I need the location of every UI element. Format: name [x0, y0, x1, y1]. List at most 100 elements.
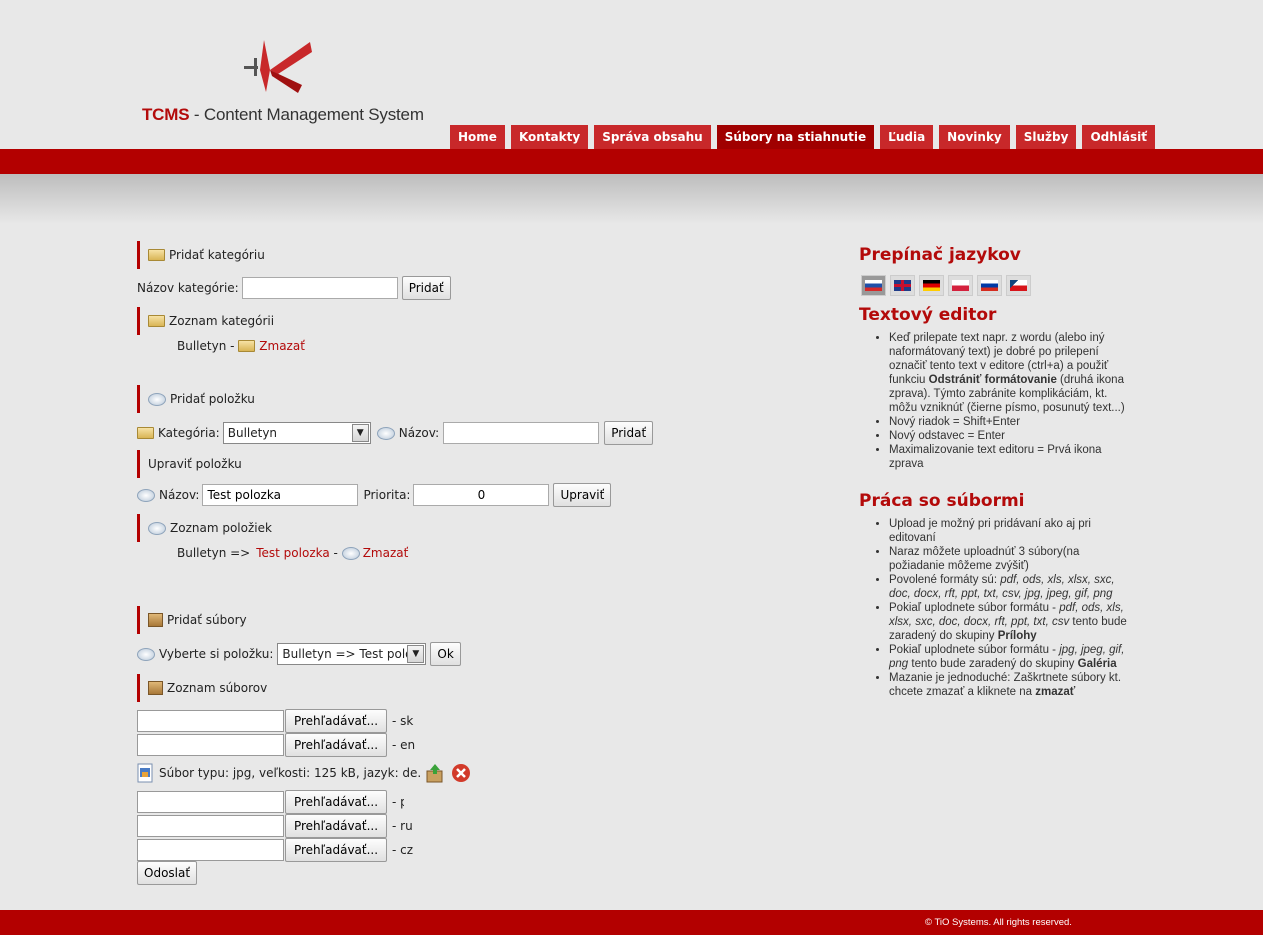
file-path-input[interactable]	[137, 734, 284, 756]
item-list-item: Bulletyn => Test polozka - Zmazať	[177, 546, 408, 560]
existing-file-row: Súbor typu: jpg, veľkosti: 125 kB, jazyk…	[137, 763, 471, 783]
item-name-input[interactable]	[443, 422, 600, 444]
file-list-heading: Zoznam súborov	[137, 674, 267, 702]
priority-input[interactable]	[413, 484, 550, 506]
file-path-input[interactable]	[137, 839, 284, 861]
tip-maximize: Maximalizovanie text editoru = Prvá ikon…	[889, 443, 1134, 471]
file-path-input[interactable]	[137, 815, 284, 837]
file-upload-row-cz: Prehľadávať... - cz	[137, 838, 413, 862]
tip-paste: Keď prilepate text napr. z wordu (alebo …	[889, 331, 1134, 415]
text-editor-tips: Keď prilepate text napr. z wordu (alebo …	[889, 331, 1134, 471]
add-category-form: Názov kategórie: Pridať	[137, 276, 451, 300]
chevron-down-icon[interactable]: ▼	[407, 645, 425, 663]
item-name-label: Názov:	[398, 426, 440, 440]
add-category-button[interactable]: Pridať	[401, 276, 451, 300]
tcms-logo-icon	[244, 40, 312, 93]
category-name-label: Názov kategórie:	[137, 281, 239, 295]
header-red-bar	[0, 149, 1263, 174]
comment-icon	[148, 521, 166, 535]
add-category-title: Pridať kategóriu	[169, 248, 265, 262]
logo: TCMS - Content Management System	[140, 30, 440, 125]
nav-people[interactable]: Ľudia	[880, 125, 934, 149]
header-shadow	[0, 174, 1263, 224]
item-prefix: Bulletyn =>	[177, 546, 251, 560]
category-list-item: Bulletyn - Zmazať	[177, 339, 305, 353]
delete-category-link[interactable]: Zmazať	[259, 339, 305, 353]
language-switcher-title: Prepínač jazykov	[859, 245, 1021, 265]
tip-gal-post: tento bude zaradený do skupiny	[911, 658, 1075, 670]
tip-att-pre: Pokiaľ uplodnete súbor formátu -	[889, 602, 1057, 614]
copyright: © TiO Systems. All rights reserved.	[925, 917, 1072, 928]
folder-icon	[148, 315, 165, 327]
logo-text: TCMS - Content Management System	[142, 105, 424, 125]
browse-button[interactable]: Prehľadávať...	[285, 733, 387, 757]
flag-sk[interactable]	[861, 275, 886, 296]
choose-item-select[interactable]: Bulletyn => Test polozka ▼	[277, 643, 427, 665]
browse-button[interactable]: Prehľadávať...	[285, 814, 387, 838]
item-list-heading: Zoznam položiek	[137, 514, 272, 542]
category-name: Bulletyn	[177, 339, 227, 353]
folder-delete-icon[interactable]	[238, 340, 256, 352]
tip-del-word: zmazať	[1035, 686, 1076, 698]
nav-downloads[interactable]: Súbory na stiahnutie	[716, 125, 875, 150]
image-file-icon	[137, 763, 153, 783]
flag-cz[interactable]	[1006, 275, 1031, 296]
update-item-button[interactable]: Upraviť	[553, 483, 612, 507]
existing-file-info: Súbor typu: jpg, veľkosti: 125 kB, jazyk…	[159, 766, 422, 780]
category-name-input[interactable]	[241, 277, 398, 299]
text-editor-title: Textový editor	[859, 305, 997, 325]
nav-news[interactable]: Novinky	[939, 125, 1010, 149]
comment-icon	[137, 488, 155, 502]
language-flags	[861, 275, 1035, 296]
item-link[interactable]: Test polozka	[256, 546, 329, 560]
edit-name-input[interactable]	[202, 484, 359, 506]
item-category-label: Kategória:	[158, 426, 220, 440]
folder-add-icon	[148, 249, 165, 261]
browse-button[interactable]: Prehľadávať...	[285, 838, 387, 862]
package-add-icon	[148, 613, 163, 627]
chevron-down-icon[interactable]: ▼	[351, 424, 369, 442]
comment-icon	[376, 426, 395, 440]
file-path-input[interactable]	[137, 710, 284, 732]
package-icon	[148, 681, 163, 695]
tip-formats: Povolené formáty sú: pdf, ods, xls, xlsx…	[889, 573, 1134, 601]
add-item-form: Kategória: Bulletyn ▼ Názov: Pridať	[137, 421, 654, 445]
comment-add-icon	[148, 392, 166, 406]
comment-delete-icon[interactable]	[341, 546, 360, 560]
delete-icon[interactable]	[451, 763, 471, 783]
nav-logout[interactable]: Odhlásiť	[1082, 125, 1155, 149]
submit-row: Odoslať	[137, 861, 198, 885]
add-item-button[interactable]: Pridať	[604, 421, 654, 445]
tip-att-group: Prílohy	[997, 630, 1037, 642]
flag-pl[interactable]	[948, 275, 973, 296]
browse-button[interactable]: Prehľadávať...	[285, 790, 387, 814]
flag-en[interactable]	[890, 275, 915, 296]
ok-button[interactable]: Ok	[430, 642, 461, 666]
nav-content-admin[interactable]: Správa obsahu	[594, 125, 711, 149]
browse-button[interactable]: Prehľadávať...	[285, 709, 387, 733]
add-files-form: Vyberte si položku: Bulletyn => Test pol…	[137, 642, 461, 666]
nav-home[interactable]: Home	[450, 125, 505, 149]
delete-item-link[interactable]: Zmazať	[363, 546, 409, 560]
choose-item-selected: Bulletyn => Test polozka	[282, 647, 422, 661]
edit-item-heading: Upraviť položku	[137, 450, 242, 478]
edit-name-label: Názov:	[159, 488, 200, 502]
download-icon[interactable]	[425, 763, 445, 783]
separator: -	[226, 339, 239, 353]
flag-ru[interactable]	[977, 275, 1002, 296]
choose-item-label: Vyberte si položku:	[159, 647, 274, 661]
category-list-title: Zoznam kategórii	[169, 314, 275, 328]
nav-services[interactable]: Služby	[1015, 125, 1077, 149]
item-category-select[interactable]: Bulletyn ▼	[222, 422, 371, 444]
submit-files-button[interactable]: Odoslať	[137, 861, 198, 885]
add-files-title: Pridať súbory	[167, 613, 247, 627]
file-path-input[interactable]	[137, 791, 284, 813]
nav-contacts[interactable]: Kontakty	[510, 125, 589, 149]
flag-de[interactable]	[919, 275, 944, 296]
add-item-heading: Pridať položku	[137, 385, 255, 413]
tip-upload: Upload je možný pri pridávaní ako aj pri…	[889, 517, 1134, 545]
file-upload-row-sk: Prehľadávať... - sk	[137, 709, 413, 733]
file-upload-row-en: Prehľadávať... - en	[137, 733, 415, 757]
edit-item-form: Názov: Priorita: Upraviť	[137, 483, 612, 507]
edit-item-title: Upraviť položku	[148, 457, 242, 471]
